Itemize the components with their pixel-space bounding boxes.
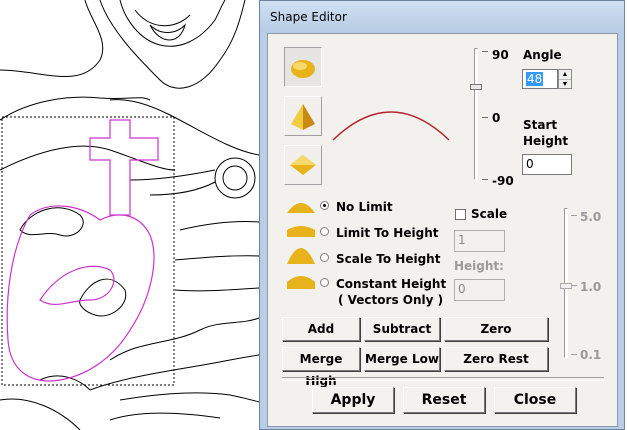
start-height-input[interactable]: 0 — [522, 154, 572, 175]
limit-to-height-radio[interactable] — [320, 227, 329, 236]
limit-to-height-shape-icon — [287, 226, 315, 237]
add-button[interactable]: Add — [282, 317, 360, 341]
height-label: Height: — [454, 259, 504, 273]
scale-label[interactable]: Scale — [471, 207, 507, 221]
flat-shape-button[interactable] — [284, 145, 322, 185]
scale-tick — [571, 215, 577, 216]
angle-tick — [482, 117, 488, 118]
shape-editor-dialog: Shape Editor 90 0 -90 Angle 48 ▲ ▼ Start… — [259, 0, 625, 430]
angle-mid-label: 0 — [492, 111, 501, 125]
scale-min-label: 0.1 — [580, 348, 602, 362]
height-input[interactable]: 0 — [454, 279, 505, 301]
angle-label: Angle — [523, 48, 562, 62]
angle-slider-track[interactable] — [474, 48, 478, 180]
merge-low-button[interactable]: Merge Low — [364, 347, 440, 371]
scale-mid-label: 1.0 — [580, 280, 602, 294]
round-shape-button[interactable] — [284, 47, 322, 87]
angle-tick — [482, 179, 488, 180]
profile-curve-preview — [332, 111, 450, 141]
merge-high-button[interactable]: Merge High — [282, 347, 360, 388]
no-limit-label[interactable]: No Limit — [336, 200, 393, 214]
apply-button[interactable]: Apply — [312, 387, 394, 413]
angle-tick — [482, 51, 488, 52]
scale-tick — [571, 354, 577, 355]
constant-height-shape-icon — [287, 276, 315, 289]
angle-input[interactable]: 48 — [522, 69, 558, 89]
no-limit-shape-icon — [287, 203, 315, 213]
constant-height-label[interactable]: Constant Height — [336, 277, 446, 291]
angle-max-label: 90 — [492, 48, 509, 62]
limit-to-height-label[interactable]: Limit To Height — [336, 226, 438, 240]
scale-max-label: 5.0 — [580, 210, 602, 224]
start-height-label-1: Start — [523, 118, 558, 132]
pyramid-shape-icon — [291, 104, 315, 130]
constant-height-radio[interactable] — [320, 278, 329, 287]
no-limit-radio[interactable] — [320, 201, 329, 210]
window-title: Shape Editor — [270, 10, 347, 24]
scale-input[interactable]: 1 — [454, 230, 505, 252]
spin-up-icon[interactable]: ▲ — [559, 70, 571, 80]
reset-button[interactable]: Reset — [403, 387, 485, 413]
scale-to-height-radio[interactable] — [320, 253, 329, 262]
close-button[interactable]: Close — [494, 387, 576, 413]
title-bar[interactable]: Shape Editor — [260, 1, 624, 33]
scale-slider-thumb[interactable] — [560, 283, 572, 289]
pyramid-shape-button[interactable] — [284, 96, 322, 136]
angle-min-label: -90 — [492, 174, 514, 188]
constant-height-note: ( Vectors Only ) — [338, 293, 444, 307]
dialog-client-area: 90 0 -90 Angle 48 ▲ ▼ Start Height 0 No … — [267, 33, 618, 427]
round-shape-icon — [291, 60, 315, 78]
subtract-button[interactable]: Subtract — [364, 317, 440, 341]
spin-down-icon[interactable]: ▼ — [559, 80, 571, 89]
divider — [282, 377, 604, 381]
scale-checkbox[interactable] — [455, 209, 466, 220]
angle-slider-thumb[interactable] — [470, 84, 482, 90]
angle-value: 48 — [526, 72, 544, 86]
start-height-label-2: Height — [523, 134, 569, 148]
zero-button[interactable]: Zero — [444, 317, 548, 341]
angle-spinner[interactable]: ▲ ▼ — [558, 69, 572, 89]
flat-shape-icon — [290, 155, 316, 175]
scale-to-height-label[interactable]: Scale To Height — [336, 252, 440, 266]
scale-to-height-shape-icon — [287, 248, 315, 264]
zero-rest-button[interactable]: Zero Rest — [444, 347, 548, 371]
